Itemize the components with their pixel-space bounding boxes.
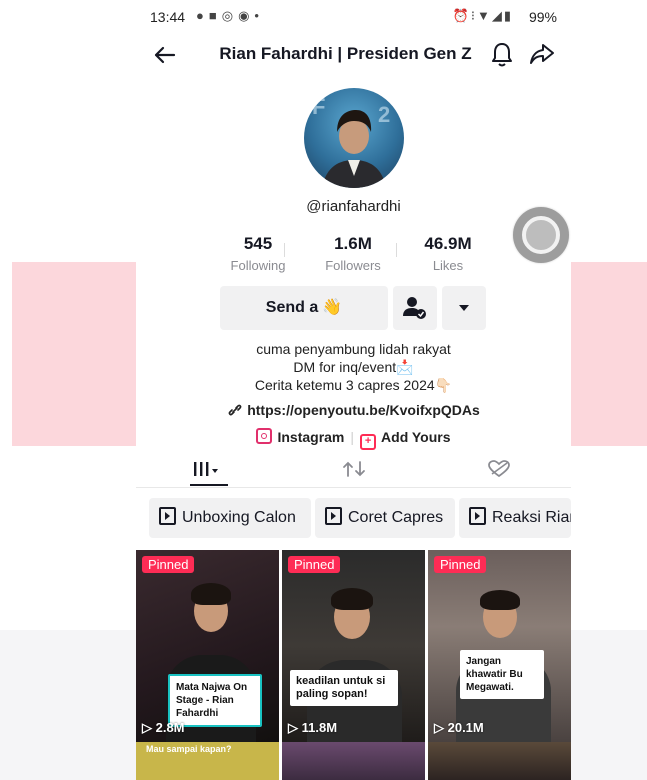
notification-icons: ●■◎◉• xyxy=(196,8,264,24)
wave-emoji: 👋 xyxy=(322,299,343,316)
tab-reposts[interactable] xyxy=(281,452,426,488)
instagram-icon: ◎ xyxy=(221,8,239,23)
send-button-label: Send a xyxy=(265,299,319,316)
bio-line-2: DM for inq/event📩 xyxy=(293,359,414,375)
social-divider: | xyxy=(350,429,355,445)
video-caption: Jangan khawatir Bu Megawati. xyxy=(460,650,544,699)
more-options-button[interactable] xyxy=(442,286,486,330)
friend-status-button[interactable] xyxy=(393,286,437,330)
status-bar: 13:44 ●■◎◉• ⏰⁝▼◢▮ 99% xyxy=(136,0,571,32)
status-time: 13:44 xyxy=(150,9,186,25)
share-icon[interactable] xyxy=(528,40,556,68)
system-icons: ⏰⁝▼◢▮ xyxy=(453,8,513,24)
playlist-label: Reaksi Rian xyxy=(492,509,571,526)
view-count-value: 20.1M xyxy=(447,720,484,735)
video-caption: keadilan untuk si paling sopan! xyxy=(290,670,398,706)
tabs-divider xyxy=(136,487,571,488)
playlist-chip[interactable]: Coret Capres xyxy=(315,498,455,538)
add-yours-icon: + xyxy=(360,434,377,450)
view-count-value: 2.8M xyxy=(155,720,185,735)
liked-hidden-icon xyxy=(487,460,510,478)
user-check-icon xyxy=(403,297,426,319)
content-tabs xyxy=(136,452,571,488)
video-thumbnail[interactable]: Mau sampai kapan? xyxy=(136,742,279,780)
caret-down-icon xyxy=(459,305,469,311)
link-icon xyxy=(228,404,242,416)
backdrop-right xyxy=(571,262,647,446)
playlist-icon xyxy=(325,507,342,525)
view-count: ▷ 11.8M xyxy=(288,720,338,735)
playlist-label: Coret Capres xyxy=(348,509,444,526)
video-caption: Mau sampai kapan? xyxy=(146,744,232,754)
grid-icon xyxy=(193,462,218,476)
stat-label: Likes xyxy=(432,258,464,273)
video-thumbnail[interactable]: Pinned Mata Najwa On Stage - Rian Fahard… xyxy=(136,550,279,742)
floating-assistive-button[interactable] xyxy=(513,207,569,263)
circle-icon: ◉ xyxy=(238,8,255,23)
video-thumbnail[interactable]: Pinned keadilan untuk si paling sopan! ▷… xyxy=(282,550,425,742)
backdrop-left xyxy=(12,262,136,446)
dot-icon: • xyxy=(254,8,264,23)
repost-icon xyxy=(342,461,365,477)
stat-label: Followers xyxy=(325,258,381,273)
wifi-icon: ▼ xyxy=(476,8,492,23)
view-count-value: 11.8M xyxy=(301,720,338,735)
phone-screen: 13:44 ●■◎◉• ⏰⁝▼◢▮ 99% Rian Fahardhi | Pr… xyxy=(136,0,571,780)
pinned-badge: Pinned xyxy=(288,556,341,573)
playlist-label: Unboxing Calon xyxy=(182,509,296,526)
thumbnail-hair xyxy=(191,583,231,605)
thumbnail-hair xyxy=(331,588,373,610)
battery-level: 99% xyxy=(528,9,557,25)
playlist-icon xyxy=(469,507,486,525)
social-links: Instagram | + Add Yours xyxy=(136,428,571,450)
tab-videos[interactable] xyxy=(136,452,281,488)
page-title: Rian Fahardhi | Presiden Gen Z xyxy=(219,44,472,63)
stat-value: 545 xyxy=(243,234,273,253)
stat-divider xyxy=(284,243,285,257)
playlist-icon xyxy=(159,507,176,525)
instagram-link[interactable]: Instagram xyxy=(256,428,345,445)
instagram-icon xyxy=(256,428,273,444)
stat-following[interactable]: 545 Following xyxy=(203,234,313,273)
stat-followers[interactable]: 1.6M Followers xyxy=(298,234,408,273)
video-thumbnail[interactable] xyxy=(282,742,425,780)
chat-icon: ● xyxy=(196,8,209,23)
svg-text:F: F xyxy=(312,94,325,119)
pinned-badge: Pinned xyxy=(142,556,195,573)
playlist-chip[interactable]: Unboxing Calon xyxy=(149,498,311,538)
add-yours-label: Add Yours xyxy=(381,429,451,445)
view-count: ▷ 2.8M xyxy=(142,720,185,735)
tab-liked[interactable] xyxy=(426,452,571,488)
profile-handle: @rianfahardhi xyxy=(306,198,401,215)
link-text: https://openyoutu.be/KvoifxpQDAs xyxy=(247,402,480,418)
svg-text:2: 2 xyxy=(378,102,390,127)
video-thumbnail[interactable] xyxy=(428,742,571,780)
bio-line-3: Cerita ketemu 3 capres 2024👇🏻 xyxy=(254,377,453,393)
bag-icon: ■ xyxy=(208,8,222,23)
avatar[interactable]: F 2 xyxy=(304,88,404,188)
stat-label: Following xyxy=(230,258,286,273)
bell-icon[interactable] xyxy=(488,40,516,68)
playlist-chip[interactable]: Reaksi Rian xyxy=(459,498,571,538)
bio-line-1: cuma penyambung lidah rakyat xyxy=(256,341,451,357)
thumbnail-hair xyxy=(480,590,520,610)
profile-header: Rian Fahardhi | Presiden Gen Z xyxy=(136,34,571,76)
signal-icon: ◢ xyxy=(491,8,504,23)
active-tab-indicator xyxy=(190,484,228,486)
view-count: ▷ 20.1M xyxy=(434,720,484,735)
add-yours-link[interactable]: + Add Yours xyxy=(360,429,451,450)
back-arrow-icon[interactable] xyxy=(150,40,180,70)
battery-icon: ▮ xyxy=(503,8,513,23)
send-wave-button[interactable]: Send a 👋 xyxy=(220,286,388,330)
stat-value: 46.9M xyxy=(424,234,472,253)
alarm-icon: ⏰ xyxy=(452,8,471,23)
stat-likes[interactable]: 46.9M Likes xyxy=(393,234,503,273)
avatar-portrait: F 2 xyxy=(312,94,390,188)
bio-link[interactable]: https://openyoutu.be/KvoifxpQDAs xyxy=(136,402,571,418)
instagram-label: Instagram xyxy=(277,429,345,445)
pinned-badge: Pinned xyxy=(434,556,487,573)
video-thumbnail[interactable]: Pinned Jangan khawatir Bu Megawati. ▷ 20… xyxy=(428,550,571,742)
stat-value: 1.6M xyxy=(334,234,372,253)
